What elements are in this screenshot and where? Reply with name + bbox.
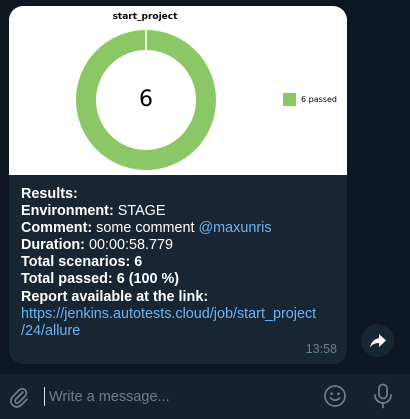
report-link-line-1[interactable]: https://jenkins.autotests.cloud/job/star… [21,306,343,323]
report-label: Report available at the link: [21,288,209,305]
chart-title: start_project [112,12,178,22]
chat-area: start_project 6 6 passed Results: Enviro… [0,0,410,372]
duration-label: Duration: [21,237,85,254]
share-button[interactable] [361,324,394,357]
chart-image[interactable]: start_project 6 6 passed [9,6,347,175]
legend-label-passed: 6 passed [301,95,337,104]
results-heading: Results: [21,186,78,202]
environment-line: Environment: STAGE [21,203,343,220]
environment-label: Environment: [21,203,114,220]
report-link-line-2[interactable]: /24/allure [21,323,343,340]
legend-swatch-passed [283,93,296,106]
comment-value: some comment [96,220,195,237]
smiley-icon[interactable] [323,384,347,408]
duration-value: 00:00:58.779 [88,237,173,254]
total-passed-value: 6 (100 %) [116,271,180,288]
message-time: 13:58 [305,342,337,356]
environment-value: STAGE [117,203,166,220]
duration-line: Duration: 00:00:58.779 [21,237,343,254]
total-scenarios-line: Total scenarios: 6 [21,254,343,271]
microphone-icon[interactable] [372,383,394,409]
total-passed-line: Total passed: 6 (100 %) [21,271,343,288]
comment-label: Comment: [21,220,93,237]
user-mention-link[interactable]: @maxunris [199,220,272,236]
message-text: Results: Environment: STAGE Comment: som… [21,186,343,340]
total-scenarios-label: Total scenarios: [21,254,131,271]
message-bubble[interactable]: start_project 6 6 passed Results: Enviro… [9,6,347,364]
total-scenarios-value: 6 [134,254,143,271]
text-caret [44,387,45,406]
message-input[interactable] [49,386,309,408]
total-passed-label: Total passed: [21,271,113,288]
comment-line: Comment: some comment @maxunris [21,220,343,237]
message-composer [0,373,410,419]
donut-center-value: 6 [139,87,153,112]
share-arrow-icon [369,333,386,347]
paperclip-icon[interactable] [9,386,29,408]
